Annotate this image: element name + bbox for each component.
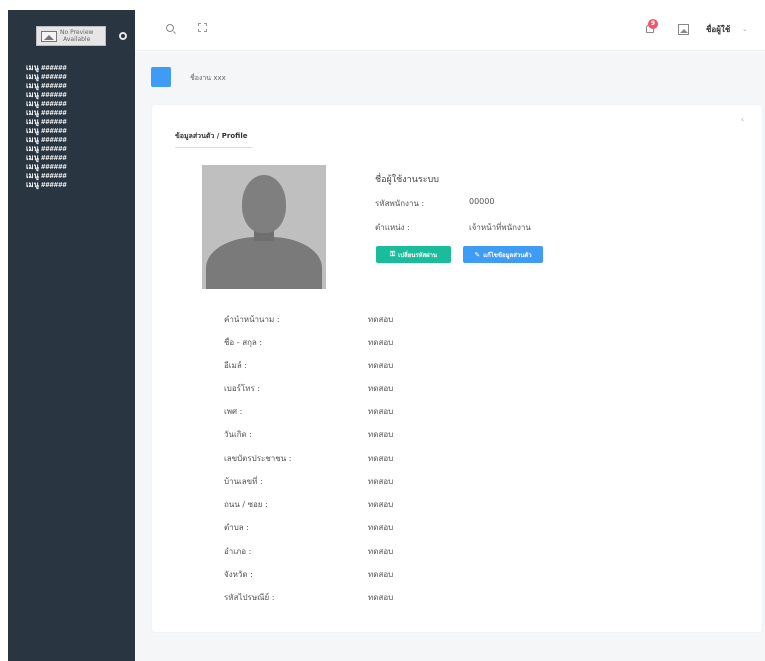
logo-line-1: No Preview: [60, 29, 94, 36]
card-heading: ข้อมูลส่วนตัว / Profile: [175, 132, 248, 140]
row-label: คำนำหน้านาม :: [224, 315, 280, 324]
row-value: ทดสอบ: [368, 430, 394, 439]
sidebar-item[interactable]: เมนู ######: [26, 81, 67, 90]
sidebar-item[interactable]: เมนู ######: [26, 153, 67, 162]
position-value: เจ้าหน้าที่พนักงาน: [469, 223, 531, 232]
row-value: ทดสอบ: [368, 384, 394, 393]
row-value: ทดสอบ: [368, 477, 394, 486]
logo-line-2: Available: [63, 36, 91, 43]
notification-badge: 9: [648, 19, 658, 29]
avatar[interactable]: [678, 24, 689, 35]
sidebar-item[interactable]: เมนู ######: [26, 135, 67, 144]
row-value: ทดสอบ: [368, 338, 394, 347]
sidebar-item[interactable]: เมนู ######: [26, 63, 67, 72]
heading-divider: [175, 147, 253, 148]
person-silhouette-icon: [206, 237, 322, 289]
key-icon: ⚿: [389, 250, 396, 258]
row-value: ทดสอบ: [368, 547, 394, 556]
row-value: ทดสอบ: [368, 361, 394, 370]
employee-id-value: 00000: [469, 197, 495, 206]
row-value: ทดสอบ: [368, 454, 394, 463]
sidebar-item[interactable]: เมนู ######: [26, 90, 67, 99]
row-label: รหัสไปรษณีย์ :: [224, 593, 275, 602]
sidebar-toggle-icon[interactable]: [119, 32, 127, 40]
employee-id-label: รหัสพนักงาน :: [375, 199, 425, 208]
row-value: ทดสอบ: [368, 315, 394, 324]
row-label: เบอร์โทร :: [224, 384, 261, 393]
row-label: จังหวัด :: [224, 570, 253, 579]
edit-profile-button[interactable]: ✎ แก้ไขข้อมูลส่วนตัว: [463, 246, 543, 263]
row-label: เลขบัตรประชาชน :: [224, 454, 292, 463]
sidebar-item[interactable]: เมนู ######: [26, 162, 67, 171]
row-label: ตำบล :: [224, 523, 249, 532]
sidebar-item[interactable]: เมนู ######: [26, 72, 67, 81]
chevron-left-icon[interactable]: ‹: [741, 115, 744, 124]
profile-card: ‹ ข้อมูลส่วนตัว / Profile ชื่อผู้ใช้งานร…: [152, 105, 762, 632]
row-label: เพศ :: [224, 407, 243, 416]
row-value: ทดสอบ: [368, 593, 394, 602]
chevron-down-icon[interactable]: ⌄: [742, 25, 748, 33]
sidebar: No Preview Available เมนู ###### เมนู ##…: [8, 10, 135, 661]
page-icon: [151, 67, 171, 87]
image-icon: [41, 30, 57, 42]
row-value: ทดสอบ: [368, 523, 394, 532]
fullscreen-icon[interactable]: [198, 23, 207, 32]
change-password-button[interactable]: ⚿ เปลี่ยนรหัสผ่าน: [376, 246, 451, 263]
sidebar-item[interactable]: เมนู ######: [26, 108, 67, 117]
profile-picture: [202, 165, 326, 289]
row-value: ทดสอบ: [368, 570, 394, 579]
row-label: ถนน / ซอย :: [224, 500, 268, 509]
sidebar-item[interactable]: เมนู ######: [26, 144, 67, 153]
logo-placeholder[interactable]: No Preview Available: [36, 26, 106, 46]
row-label: บ้านเลขที่ :: [224, 477, 263, 486]
user-menu[interactable]: ชื่อผู้ใช้: [706, 23, 730, 36]
row-label: อีเมล์ :: [224, 361, 247, 370]
system-username: ชื่อผู้ใช้งานระบบ: [375, 175, 439, 185]
search-icon[interactable]: [166, 24, 174, 32]
position-label: ตำแหน่ง :: [375, 223, 410, 232]
sidebar-item[interactable]: เมนู ######: [26, 99, 67, 108]
top-bar: 9 ชื่อผู้ใช้ ⌄: [135, 10, 765, 51]
row-label: วันเกิด :: [224, 430, 252, 439]
row-label: อำเภอ :: [224, 547, 252, 556]
row-value: ทดสอบ: [368, 500, 394, 509]
row-value: ทดสอบ: [368, 407, 394, 416]
edit-icon: ✎: [474, 250, 481, 259]
sidebar-item[interactable]: เมนู ######: [26, 117, 67, 126]
sidebar-item[interactable]: เมนู ######: [26, 180, 67, 189]
page-title: ชื่องาน xxx: [190, 74, 226, 82]
sidebar-menu: เมนู ###### เมนู ###### เมนู ###### เมนู…: [26, 63, 67, 189]
row-label: ชื่อ - สกุล :: [224, 338, 263, 347]
sidebar-item[interactable]: เมนู ######: [26, 126, 67, 135]
sidebar-item[interactable]: เมนู ######: [26, 171, 67, 180]
